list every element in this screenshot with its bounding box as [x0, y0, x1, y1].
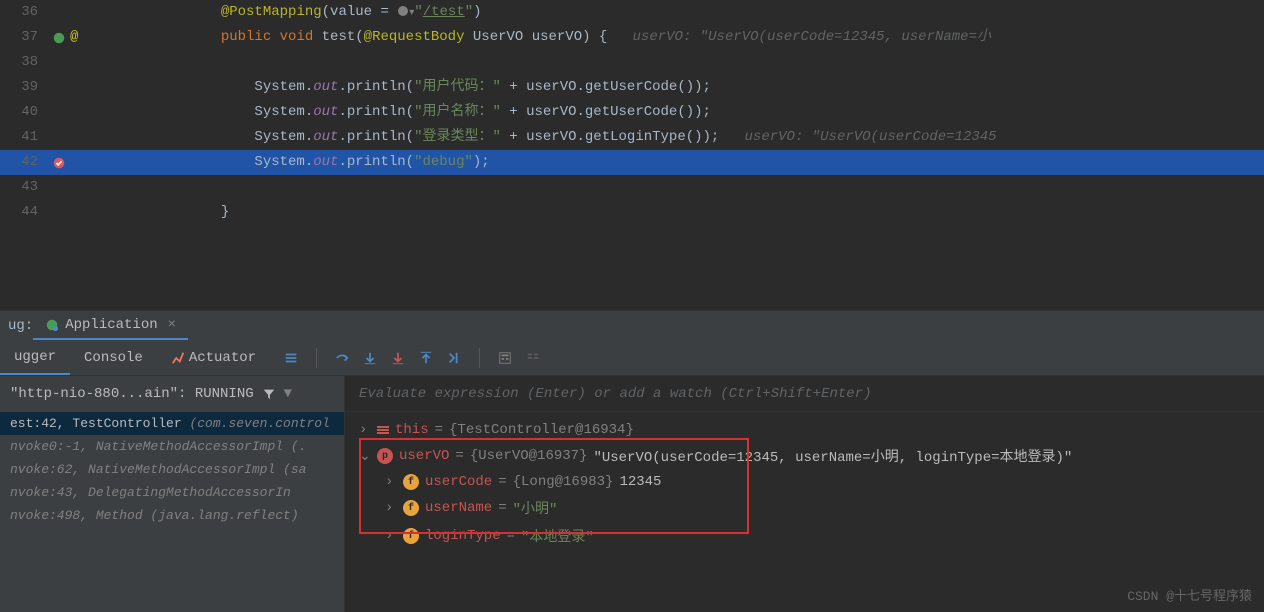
object-icon	[377, 426, 389, 434]
filter-icon[interactable]	[262, 387, 276, 401]
code-line[interactable]: 40 System.out.println("用户名称：" + userVO.g…	[0, 100, 1264, 125]
annotation-icon: @	[70, 25, 78, 50]
evaluate-icon[interactable]	[498, 351, 512, 365]
code-line[interactable]: 37 @ public void test(@RequestBody UserVO…	[0, 25, 1264, 50]
code-editor[interactable]: 36 @PostMapping(value = ▾"/test")37@ pub…	[0, 0, 1264, 310]
breakpoint-icon[interactable]	[52, 156, 66, 170]
stack-frame[interactable]: nvoke:43, DelegatingMethodAccessorIn	[0, 481, 344, 504]
code-line[interactable]: 44 }	[0, 200, 1264, 225]
run-to-cursor-icon[interactable]	[447, 351, 461, 365]
globe-icon	[397, 5, 409, 17]
gutter[interactable]: @	[48, 25, 108, 50]
step-into-icon[interactable]	[363, 351, 377, 365]
highlight-annotation	[359, 438, 749, 534]
line-number[interactable]: 42	[0, 150, 48, 175]
tab-console[interactable]: Console	[70, 340, 157, 375]
thread-selector[interactable]: "http-nio-880...ain": RUNNING ▼	[0, 376, 344, 412]
code-line[interactable]: 42 System.out.println("debug");	[0, 150, 1264, 175]
line-number[interactable]: 40	[0, 100, 48, 125]
app-icon	[45, 318, 59, 332]
code-content[interactable]: System.out.println("用户名称：" + userVO.getU…	[120, 100, 1264, 125]
trace-icon[interactable]	[526, 351, 540, 365]
debug-toolbar: ugger Console Actuator	[0, 340, 1264, 376]
line-number[interactable]: 41	[0, 125, 48, 150]
code-content[interactable]: }	[120, 200, 1264, 225]
line-number[interactable]: 43	[0, 175, 48, 200]
code-line[interactable]: 38	[0, 50, 1264, 75]
line-number[interactable]: 39	[0, 75, 48, 100]
code-line[interactable]: 41 System.out.println("登录类型：" + userVO.g…	[0, 125, 1264, 150]
line-number[interactable]: 37	[0, 25, 48, 50]
debug-panel-header: ug: Application ×	[0, 310, 1264, 340]
debug-label: ug:	[8, 318, 33, 334]
actuator-icon	[171, 351, 185, 365]
spring-icon	[52, 31, 66, 45]
tab-actuator[interactable]: Actuator	[157, 340, 270, 375]
close-icon[interactable]: ×	[168, 317, 176, 333]
frames-panel: "http-nio-880...ain": RUNNING ▼ est:42, …	[0, 376, 345, 612]
step-over-icon[interactable]	[335, 351, 349, 365]
threads-icon[interactable]	[284, 351, 298, 365]
stack-frame[interactable]: nvoke:498, Method (java.lang.reflect)	[0, 504, 344, 527]
line-number[interactable]: 36	[0, 0, 48, 25]
watermark: CSDN @十七号程序猿	[1127, 585, 1252, 604]
line-number[interactable]: 44	[0, 200, 48, 225]
stack-frame[interactable]: nvoke:62, NativeMethodAccessorImpl (sa	[0, 458, 344, 481]
code-content[interactable]: System.out.println("debug");	[120, 150, 1264, 175]
tab-debugger[interactable]: ugger	[0, 340, 70, 375]
stack-frame[interactable]: nvoke0:-1, NativeMethodAccessorImpl (.	[0, 435, 344, 458]
code-content[interactable]: System.out.println("用户代码：" + userVO.getU…	[120, 75, 1264, 100]
dropdown-icon[interactable]: ▼	[284, 386, 292, 402]
code-line[interactable]: 43	[0, 175, 1264, 200]
code-line[interactable]: 39 System.out.println("用户代码：" + userVO.g…	[0, 75, 1264, 100]
debug-content: "http-nio-880...ain": RUNNING ▼ est:42, …	[0, 376, 1264, 612]
variables-panel: Evaluate expression (Enter) or add a wat…	[345, 376, 1264, 612]
force-step-into-icon[interactable]	[391, 351, 405, 365]
step-out-icon[interactable]	[419, 351, 433, 365]
gutter[interactable]	[48, 156, 108, 170]
stack-frame[interactable]: est:42, TestController (com.seven.contro…	[0, 412, 344, 435]
tab-label: Application	[65, 317, 157, 333]
code-line[interactable]: 36 @PostMapping(value = ▾"/test")	[0, 0, 1264, 25]
code-content[interactable]: System.out.println("登录类型：" + userVO.getL…	[120, 125, 1264, 150]
code-content[interactable]: @PostMapping(value = ▾"/test")	[120, 0, 1264, 26]
debug-run-tab[interactable]: Application ×	[33, 311, 188, 340]
expand-icon[interactable]: ›	[359, 422, 371, 438]
line-number[interactable]: 38	[0, 50, 48, 75]
evaluate-expression-input[interactable]: Evaluate expression (Enter) or add a wat…	[345, 376, 1264, 412]
code-content[interactable]: public void test(@RequestBody UserVO use…	[120, 25, 1264, 50]
